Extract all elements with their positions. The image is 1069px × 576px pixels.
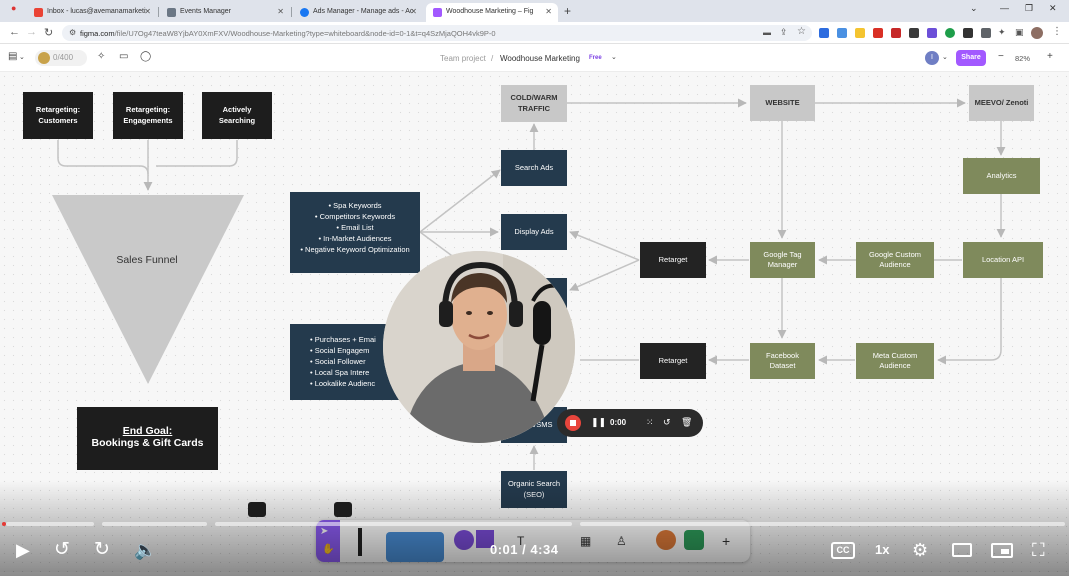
forward-5-icon[interactable]: ↻	[94, 540, 110, 560]
node-location-api[interactable]: Location API	[963, 242, 1043, 278]
progress-chapter[interactable]	[102, 522, 207, 526]
node-analytics[interactable]: Analytics	[963, 158, 1040, 194]
progress-chapter[interactable]	[580, 522, 1065, 526]
keyword-item: Competitors Keywords	[296, 211, 414, 222]
current-time: 0:01	[490, 542, 519, 557]
stop-recording-button[interactable]	[565, 415, 581, 431]
player-time: 0:01 / 4:34	[490, 542, 558, 557]
node-facebook-dataset[interactable]: Facebook Dataset	[750, 343, 815, 379]
node-retarget-meta[interactable]: Retarget	[640, 343, 706, 379]
player-controls-shade	[0, 480, 1069, 576]
node-retarget-google[interactable]: Retarget	[640, 242, 706, 278]
captions-button[interactable]: CC	[831, 542, 855, 559]
pause-icon[interactable]: ❚❚	[591, 417, 606, 428]
end-goal-text: Bookings & Gift Cards	[91, 437, 204, 449]
playback-speed-button[interactable]: 1x	[875, 542, 889, 557]
node-end-goal[interactable]: End Goal: Bookings & Gift Cards	[77, 407, 218, 470]
video-duration: 4:34	[530, 542, 559, 557]
volume-icon[interactable]: 🔈	[134, 540, 156, 560]
node-actively-searching[interactable]: Actively Searching	[202, 92, 272, 139]
keyword-item: Negative Keyword Optimization	[296, 244, 414, 255]
miniplayer-icon[interactable]	[991, 543, 1013, 558]
node-google-tag-manager[interactable]: Google Tag Manager	[750, 242, 815, 278]
node-cold-warm-traffic[interactable]: COLD/WARM TRAFFIC	[501, 85, 567, 122]
node-keyword-list[interactable]: Spa Keywords Competitors Keywords Email …	[290, 192, 420, 273]
trash-icon[interactable]: 🗑	[681, 417, 692, 428]
node-search-ads[interactable]: Search Ads	[501, 150, 567, 186]
time-separator: /	[522, 542, 527, 557]
sales-funnel-label: Sales Funnel	[116, 254, 178, 266]
fullscreen-icon[interactable]: ⛶	[1032, 540, 1045, 560]
node-website[interactable]: WEBSITE	[750, 85, 815, 121]
play-icon[interactable]: ▶	[16, 540, 30, 560]
node-meevo-zenoti[interactable]: MEEVO/ Zenoti	[969, 85, 1034, 121]
screen-recorder-bar: ❚❚ 0:00 ⁙ ↺ 🗑	[557, 409, 703, 437]
progress-chapter[interactable]	[215, 522, 572, 526]
theater-mode-icon[interactable]	[952, 543, 972, 557]
sales-funnel-shape	[52, 195, 244, 384]
progress-chapter[interactable]	[6, 522, 94, 526]
node-meta-custom-audience[interactable]: Meta Custom Audience	[856, 343, 934, 379]
recording-timer: 0:00	[610, 418, 627, 427]
drag-handle-icon[interactable]: ⁙	[646, 417, 654, 428]
restart-icon[interactable]: ↺	[663, 417, 671, 428]
keyword-item: Spa Keywords	[296, 200, 414, 211]
comment-marker[interactable]	[334, 502, 352, 517]
keyword-item: Email List	[296, 222, 414, 233]
node-retargeting-engagements[interactable]: Retargeting: Engagements	[113, 92, 183, 139]
rewind-5-icon[interactable]: ↺	[54, 540, 70, 560]
webcam-bubble[interactable]	[383, 251, 575, 443]
presenter-video	[383, 251, 575, 443]
keyword-item: In-Market Audiences	[296, 233, 414, 244]
settings-gear-icon[interactable]: ⚙	[912, 540, 928, 560]
end-goal-title: End Goal:	[122, 425, 173, 437]
node-google-custom-audience[interactable]: Google Custom Audience	[856, 242, 934, 278]
node-display-ads[interactable]: Display Ads	[501, 214, 567, 250]
comment-marker[interactable]	[248, 502, 266, 517]
node-retargeting-customers[interactable]: Retargeting: Customers	[23, 92, 93, 139]
